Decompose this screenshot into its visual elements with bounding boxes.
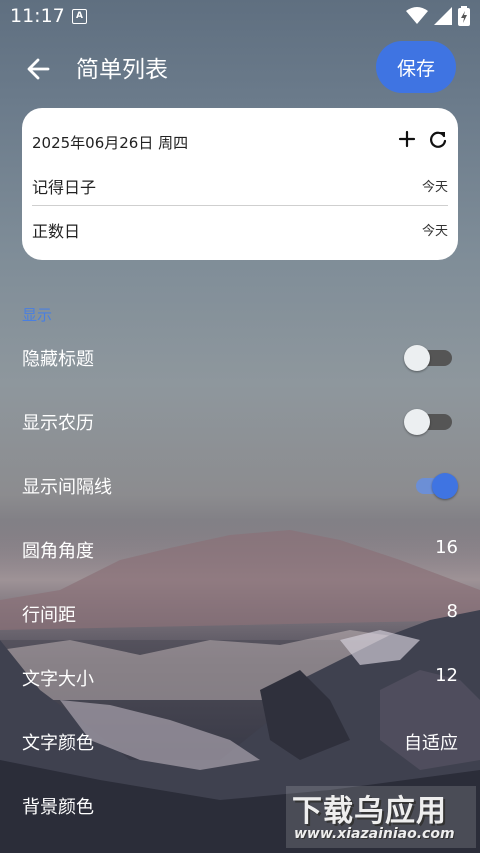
plus-icon[interactable]	[396, 128, 418, 150]
setting-line-spacing[interactable]: 行间距 8	[22, 593, 458, 633]
show-lunar-toggle[interactable]	[404, 409, 454, 435]
setting-corner-radius[interactable]: 圆角角度 16	[22, 529, 458, 569]
page-title: 简单列表	[76, 57, 168, 83]
setting-label: 隐藏标题	[22, 349, 94, 370]
refresh-icon[interactable]	[427, 129, 449, 151]
setting-label: 显示农历	[22, 413, 94, 434]
battery-icon	[458, 6, 470, 26]
list-item[interactable]: 记得日子 今天	[32, 170, 448, 200]
setting-label: 文字大小	[22, 669, 94, 690]
watermark-url: www.xiazainiao.com	[294, 826, 455, 842]
setting-show-divider[interactable]: 显示间隔线	[22, 465, 458, 505]
watermark-title: 下载乌应用	[292, 794, 447, 829]
watermark: 下载乌应用 www.xiazainiao.com	[286, 786, 476, 848]
list-item[interactable]: 正数日 今天	[32, 214, 448, 244]
setting-label: 行间距	[22, 605, 76, 626]
list-item-value: 今天	[421, 224, 448, 239]
card-date: 2025年06月26日 周四	[32, 134, 189, 152]
section-header-display: 显示	[22, 306, 53, 324]
signal-icon	[434, 7, 452, 25]
setting-label: 显示间隔线	[22, 477, 112, 498]
setting-label: 圆角角度	[22, 541, 94, 562]
setting-text-color[interactable]: 文字颜色 自适应	[22, 721, 458, 761]
list-item-value: 今天	[421, 180, 448, 195]
save-button[interactable]: 保存	[376, 41, 456, 93]
hide-title-toggle[interactable]	[404, 345, 454, 371]
back-arrow-icon[interactable]	[22, 52, 56, 86]
setting-label: 文字颜色	[22, 733, 94, 754]
setting-value: 8	[446, 601, 458, 622]
setting-text-size[interactable]: 文字大小 12	[22, 657, 458, 697]
setting-hide-title[interactable]: 隐藏标题	[22, 337, 458, 377]
setting-value: 12	[435, 665, 458, 686]
show-divider-toggle[interactable]	[410, 473, 458, 499]
list-item-name: 正数日	[32, 222, 81, 241]
setting-value: 16	[435, 537, 458, 558]
preview-card: 2025年06月26日 周四 记得日子 今天 正数日 今天	[22, 108, 458, 260]
setting-value: 自适应	[404, 733, 458, 754]
setting-show-lunar[interactable]: 显示农历	[22, 401, 458, 441]
status-bar: 11:17 A	[0, 0, 480, 32]
wifi-icon	[406, 7, 428, 24]
list-item-name: 记得日子	[32, 178, 97, 197]
app-bar: 简单列表 保存	[0, 38, 480, 98]
status-time: 11:17	[10, 5, 65, 27]
status-icons	[406, 6, 470, 26]
setting-label: 背景颜色	[22, 797, 94, 818]
notification-icon: A	[72, 9, 87, 24]
divider	[32, 205, 448, 206]
